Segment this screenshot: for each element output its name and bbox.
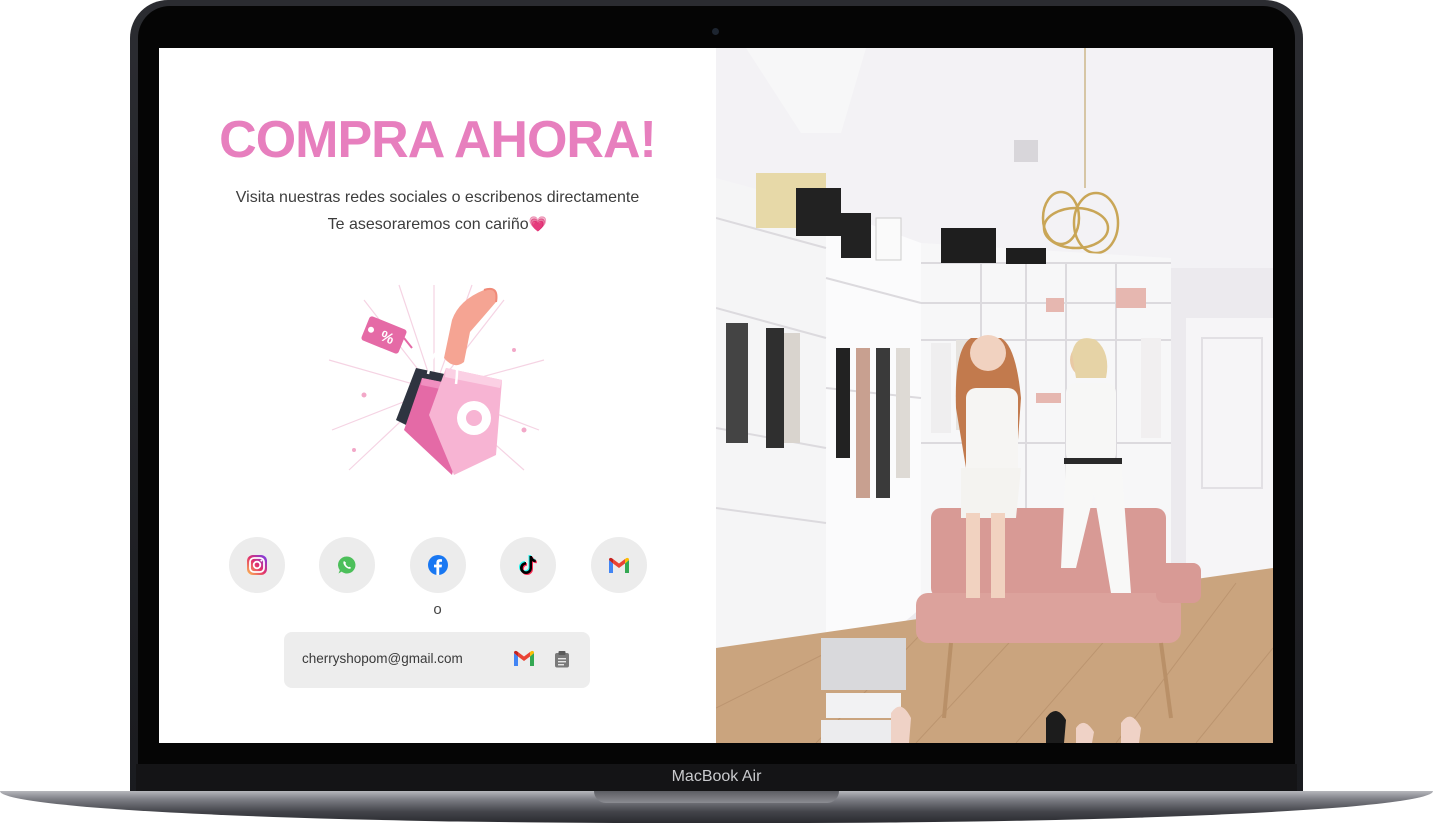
clipboard-icon[interactable]	[554, 650, 570, 668]
boutique-scene	[716, 48, 1273, 743]
whatsapp-button[interactable]	[319, 537, 375, 593]
instagram-icon	[247, 555, 267, 575]
gmail-icon[interactable]	[513, 650, 535, 667]
subtitle-line-1: Visita nuestras redes sociales o escribe…	[235, 189, 640, 206]
separator-text: o	[433, 601, 442, 618]
gmail-icon	[609, 557, 629, 573]
subtitle-line-2: Te asesoraremos con cariño💗	[159, 211, 716, 238]
tiktok-icon	[519, 555, 537, 575]
instagram-button[interactable]	[229, 537, 285, 593]
facebook-button[interactable]	[410, 537, 466, 593]
camera-icon	[712, 28, 719, 35]
whatsapp-icon	[338, 556, 356, 574]
subtitle-line-2-text: Te asesoraremos con cariño	[327, 216, 529, 233]
contact-panel: COMPRA AHORA! Visita nuestras redes soci…	[159, 48, 716, 743]
boutique-photo	[716, 48, 1273, 743]
email-contact-box: cherryshopom@gmail.com	[284, 632, 590, 688]
email-address[interactable]: cherryshopom@gmail.com	[302, 651, 463, 666]
screen: COMPRA AHORA! Visita nuestras redes soci…	[159, 48, 1273, 743]
gmail-button[interactable]	[591, 537, 647, 593]
laptop-hinge-notch	[594, 791, 839, 803]
device-label: MacBook Air	[671, 768, 762, 785]
tiktok-button[interactable]	[500, 537, 556, 593]
page-title: COMPRA AHORA!	[219, 111, 657, 169]
social-links	[229, 537, 649, 593]
facebook-icon	[428, 555, 448, 575]
shopping-bags-illustration: %	[328, 284, 545, 475]
subtitle: Visita nuestras redes sociales o escribe…	[159, 184, 716, 238]
heart-icon: 💗	[528, 216, 548, 233]
